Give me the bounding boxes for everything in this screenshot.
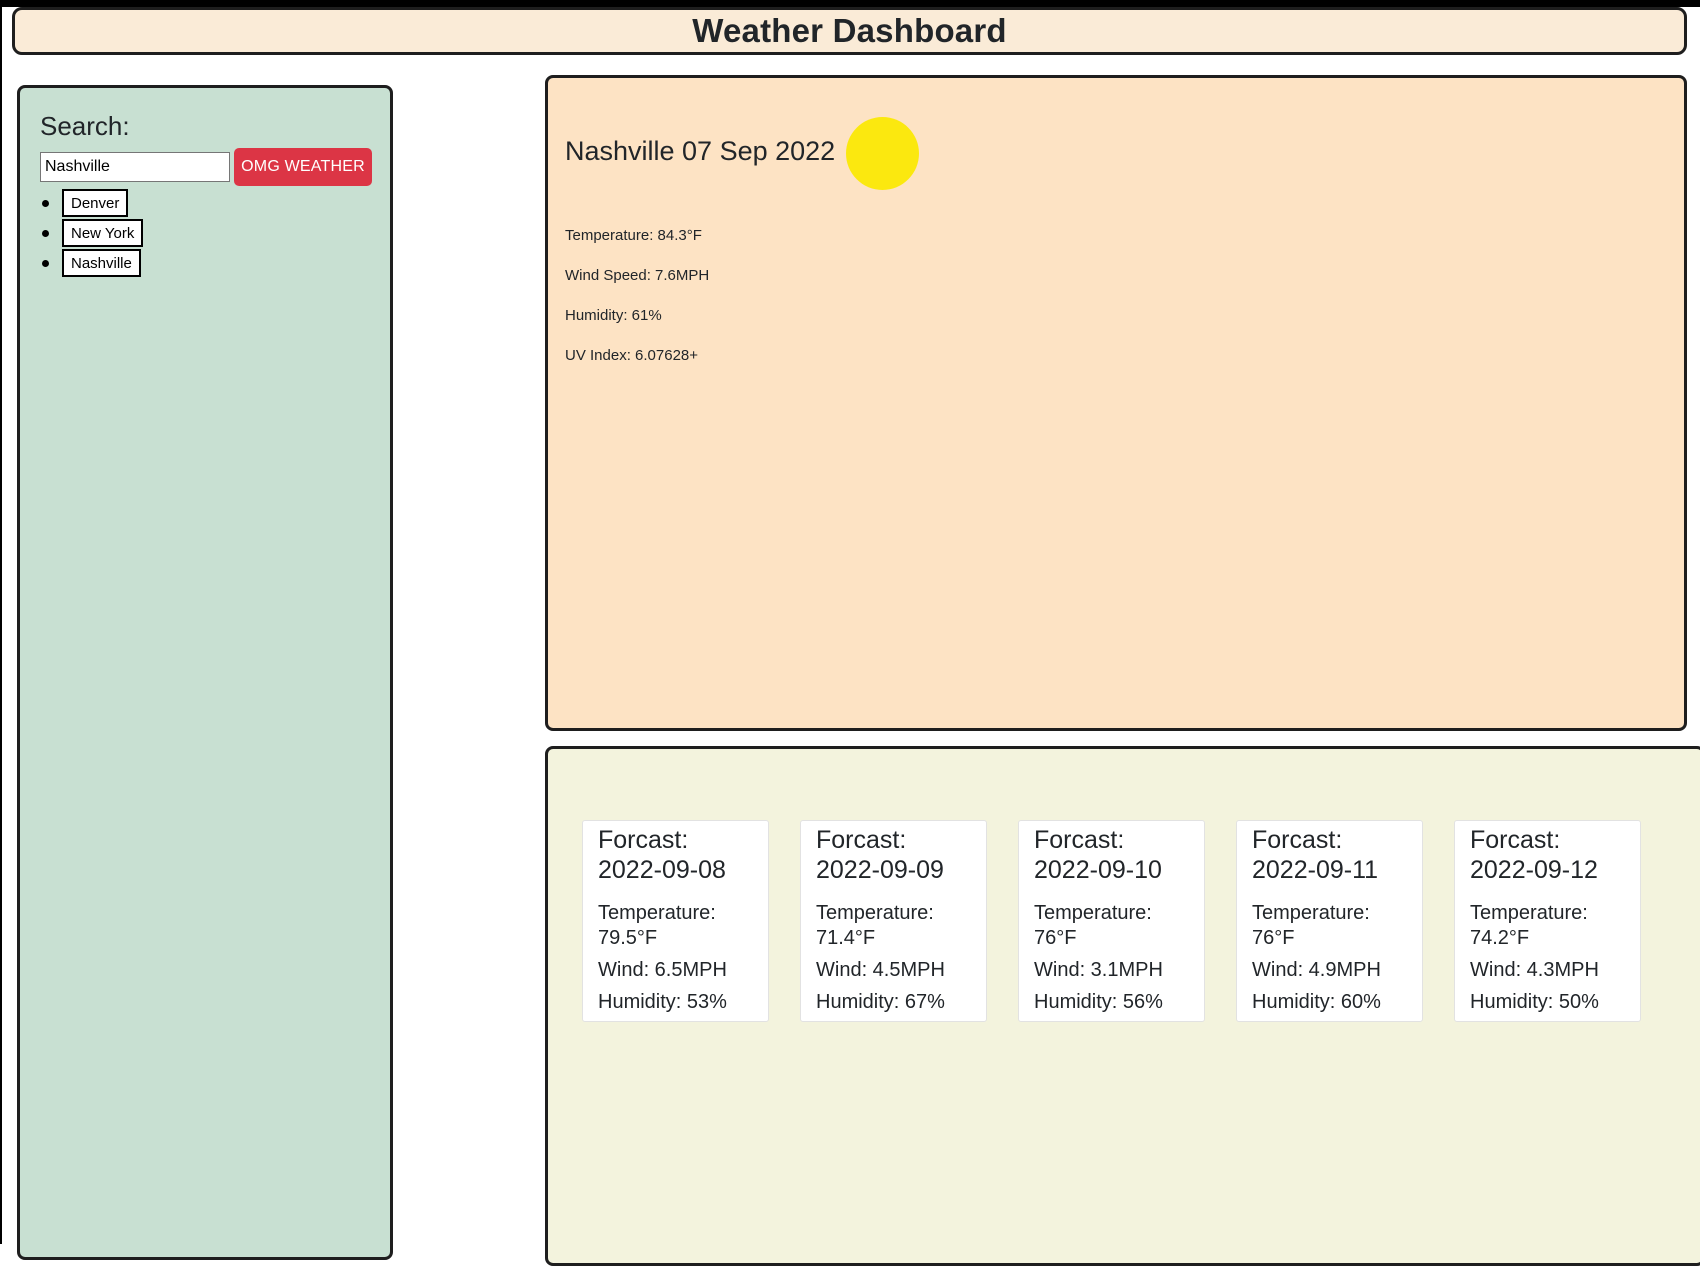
current-humidity: Humidity: 61% [565,307,662,324]
search-row: OMG WEATHER [40,148,372,186]
search-sidebar: Search: OMG WEATHER Denver New York Nash… [17,85,393,1260]
forecast-card: Forcast: 2022-09-12 Temperature: 74.2°F Wi… [1454,820,1641,1022]
forecast-wind: Wind: 4.9MPH [1252,959,1381,981]
history-button-nashville[interactable]: Nashville [62,249,141,277]
forecast-humidity: Humidity: 53% [598,991,727,1013]
page-header: Weather Dashboard [12,7,1687,55]
forecast-temperature: Temperature: 74.2°F [1470,902,1588,949]
forecast-humidity: Humidity: 67% [816,991,945,1013]
current-weather-panel: Nashville 07 Sep 2022 Temperature: 84.3°… [545,75,1687,731]
forecast-wind: Wind: 3.1MPH [1034,959,1163,981]
history-button-new-york[interactable]: New York [62,219,144,247]
forecast-title: Forcast: 2022-09-12 [1470,826,1598,884]
search-button[interactable]: OMG WEATHER [234,148,372,186]
history-item: Denver [40,188,143,218]
forecast-title: Forcast: 2022-09-11 [1252,826,1379,884]
current-wind-speed: Wind Speed: 7.6MPH [565,267,710,284]
bullet-icon [42,230,49,237]
left-border [0,0,2,1244]
forecast-humidity: Humidity: 50% [1470,991,1599,1013]
bullet-icon [42,260,49,267]
history-button-denver[interactable]: Denver [62,189,129,217]
current-uv-index: UV Index: 6.07628+ [565,347,699,364]
forecast-title: Forcast: 2022-09-09 [816,826,944,884]
forecast-panel: Forcast: 2022-09-08 Temperature: 79.5°F Wi… [545,746,1700,1266]
forecast-humidity: Humidity: 56% [1034,991,1163,1013]
forecast-humidity: Humidity: 60% [1252,991,1381,1013]
page-title: Weather Dashboard [692,12,1007,49]
bullet-icon [42,200,49,207]
forecast-card: Forcast: 2022-09-11 Temperature: 76°F Wind… [1236,820,1423,1022]
forecast-title: Forcast: 2022-09-10 [1034,826,1162,884]
search-input[interactable] [40,152,230,182]
forecast-temperature: Temperature: 71.4°F [816,902,934,949]
sun-icon [846,117,919,190]
current-city-date: Nashville 07 Sep 2022 [565,136,836,166]
current-stats: Temperature: 84.3°F Wind Speed: 7.6MPH H… [565,226,709,386]
forecast-temperature: Temperature: 76°F [1252,902,1370,949]
forecast-wind: Wind: 6.5MPH [598,959,727,981]
forecast-wind: Wind: 4.5MPH [816,959,945,981]
forecast-card: Forcast: 2022-09-10 Temperature: 76°F Wind… [1018,820,1205,1022]
history-item: New York [40,218,144,248]
forecast-card: Forcast: 2022-09-09 Temperature: 71.4°F Wi… [800,820,987,1022]
forecast-temperature: Temperature: 76°F [1034,902,1152,949]
current-temperature: Temperature: 84.3°F [565,227,702,244]
forecast-temperature: Temperature: 79.5°F [598,902,716,949]
search-heading: Search: [40,111,130,141]
search-history-list: Denver New York Nashville [40,188,144,278]
forecast-title: Forcast: 2022-09-08 [598,826,726,884]
forecast-card: Forcast: 2022-09-08 Temperature: 79.5°F Wi… [582,820,769,1022]
forecast-wind: Wind: 4.3MPH [1470,959,1599,981]
history-item: Nashville [40,248,143,278]
top-border [0,0,1700,7]
